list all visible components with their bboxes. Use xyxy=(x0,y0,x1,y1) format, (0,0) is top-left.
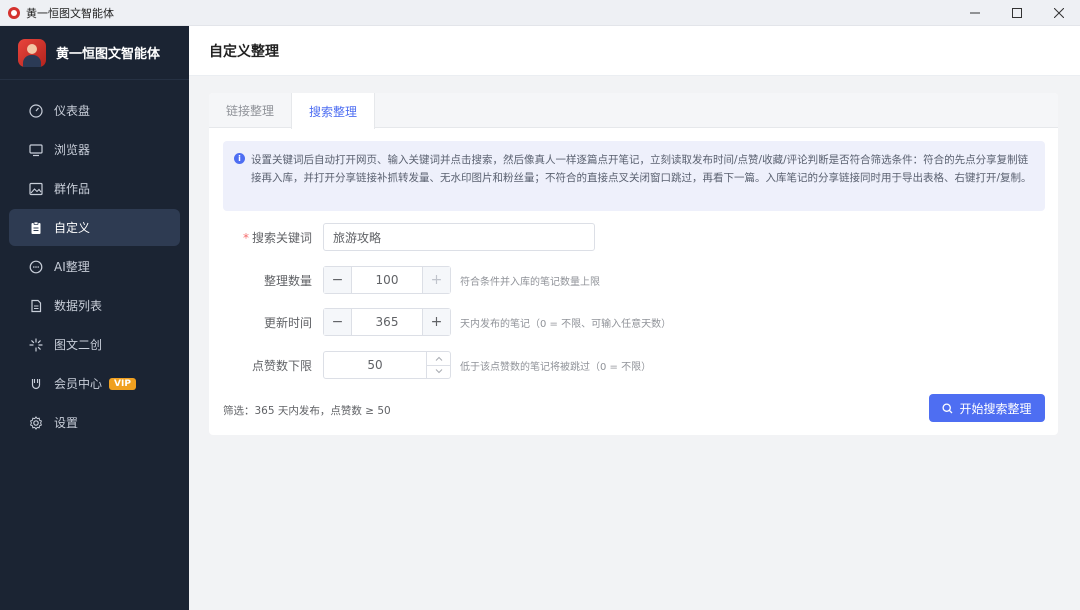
member-icon xyxy=(29,377,43,391)
monitor-icon xyxy=(29,143,43,157)
sidebar-item-label: 群作品 xyxy=(54,182,91,196)
sidebar-item-custom[interactable]: 自定义 xyxy=(9,209,180,246)
minimize-button[interactable] xyxy=(954,0,996,26)
clipboard-icon xyxy=(29,221,43,235)
sidebar-item-label: 自定义 xyxy=(54,221,91,235)
count-hint: 符合条件并入库的笔记数量上限 xyxy=(460,276,600,288)
brand-avatar xyxy=(18,38,46,67)
start-search-label: 开始搜索整理 xyxy=(959,401,1032,416)
vip-badge: VIP xyxy=(109,377,136,390)
gear-icon xyxy=(29,415,43,430)
window-controls xyxy=(954,0,1080,26)
filter-summary: 筛选：365 天内发布，点赞数 ≥ 50 xyxy=(223,405,391,417)
count-stepper: − 100 + xyxy=(323,266,451,294)
dashboard-icon xyxy=(29,103,43,118)
likes-label: 点赞数下限 xyxy=(251,358,312,373)
search-icon xyxy=(942,402,953,413)
sparkle-icon xyxy=(29,337,43,352)
sidebar-item-label: 浏览器 xyxy=(54,143,91,157)
title-bar: 黄一恒图文智能体 xyxy=(0,0,1080,26)
sidebar-item-remix[interactable]: 图文二创 xyxy=(9,326,180,363)
days-stepper: − 365 + xyxy=(323,308,451,336)
notice-text: 设置关键词后自动打开网页、输入关键词并点击搜索，然后像真人一样逐篇点开笔记，立刻… xyxy=(251,154,1032,184)
days-increment-button[interactable]: + xyxy=(422,309,450,335)
sidebar-nav: 仪表盘 浏览器 群作品 自定义 AI整理 数据列表 图文二创 会员中心 VIP … xyxy=(0,80,189,441)
chevron-up-icon xyxy=(435,356,442,361)
sidebar-item-label: 会员中心 xyxy=(54,377,103,391)
page-title: 自定义整理 xyxy=(209,43,279,60)
count-input[interactable]: 100 xyxy=(352,267,422,293)
likes-decrement-button[interactable] xyxy=(427,366,450,379)
keyword-row: * 搜索关键词 旅游攻略 xyxy=(209,223,1058,251)
page-header: 自定义整理 xyxy=(189,26,1080,76)
close-icon xyxy=(1054,8,1064,18)
days-input[interactable]: 365 xyxy=(352,309,422,335)
brand-name: 黄一恒图文智能体 xyxy=(56,47,161,62)
likes-stepper: 50 xyxy=(323,351,451,379)
tab-bar: 链接整理 搜索整理 xyxy=(209,93,1058,129)
info-notice: i 设置关键词后自动打开网页、输入关键词并点击搜索，然后像真人一样逐篇点开笔记，… xyxy=(223,141,1045,211)
minimize-icon xyxy=(970,12,980,14)
search-organize-card: 链接整理 搜索整理 i 设置关键词后自动打开网页、输入关键词并点击搜索，然后像真… xyxy=(209,93,1058,435)
maximize-icon xyxy=(1012,8,1022,18)
document-icon xyxy=(29,299,43,313)
count-label: 整理数量 xyxy=(263,273,312,288)
sidebar-item-label: 数据列表 xyxy=(54,299,103,313)
maximize-button[interactable] xyxy=(996,0,1038,26)
count-row: 整理数量 − 100 + 符合条件并入库的笔记数量上限 xyxy=(209,266,1058,294)
brand: 黄一恒图文智能体 xyxy=(0,26,189,80)
count-increment-button[interactable]: + xyxy=(422,267,450,293)
days-row: 更新时间 − 365 + 天内发布的笔记（0 = 不限、可输入任意天数） xyxy=(209,308,1058,336)
sidebar-item-ai[interactable]: AI整理 xyxy=(9,248,180,285)
likes-hint: 低于该点赞数的笔记将被跳过（0 = 不限） xyxy=(460,361,652,373)
keyword-input[interactable]: 旅游攻略 xyxy=(323,223,595,251)
start-search-button[interactable]: 开始搜索整理 xyxy=(929,394,1045,422)
likes-input[interactable]: 50 xyxy=(324,352,426,378)
chat-icon xyxy=(29,260,43,274)
tab-link-organize[interactable]: 链接整理 xyxy=(209,93,291,128)
days-decrement-button[interactable]: − xyxy=(324,309,352,335)
close-button[interactable] xyxy=(1038,0,1080,26)
chevron-down-icon xyxy=(435,369,442,374)
app-logo-icon xyxy=(8,6,20,19)
window-title: 黄一恒图文智能体 xyxy=(26,6,114,20)
likes-increment-button[interactable] xyxy=(427,352,450,366)
likes-arrows xyxy=(426,352,450,378)
sidebar-item-settings[interactable]: 设置 xyxy=(9,404,180,441)
count-decrement-button[interactable]: − xyxy=(324,267,352,293)
sidebar-item-data-list[interactable]: 数据列表 xyxy=(9,287,180,324)
days-label: 更新时间 xyxy=(263,315,312,330)
likes-row: 点赞数下限 50 低于该点赞数的笔记将被跳过（0 = 不限） xyxy=(209,351,1058,379)
sidebar: 黄一恒图文智能体 仪表盘 浏览器 群作品 自定义 AI整理 数据列表 图文二创 … xyxy=(0,26,189,610)
sidebar-item-label: 仪表盘 xyxy=(54,104,91,118)
sidebar-item-member[interactable]: 会员中心 VIP xyxy=(9,365,180,402)
sidebar-item-label: 设置 xyxy=(54,416,79,430)
tab-search-organize[interactable]: 搜索整理 xyxy=(291,93,376,129)
required-mark: * xyxy=(242,230,249,245)
sidebar-item-browser[interactable]: 浏览器 xyxy=(9,131,180,168)
keyword-label: 搜索关键词 xyxy=(251,230,312,245)
image-icon xyxy=(29,182,43,196)
sidebar-item-group-works[interactable]: 群作品 xyxy=(9,170,180,207)
info-icon: i xyxy=(234,153,245,164)
days-hint: 天内发布的笔记（0 = 不限、可输入任意天数） xyxy=(460,318,672,330)
sidebar-item-dashboard[interactable]: 仪表盘 xyxy=(9,92,180,129)
sidebar-item-label: AI整理 xyxy=(54,260,90,274)
sidebar-item-label: 图文二创 xyxy=(54,338,103,352)
